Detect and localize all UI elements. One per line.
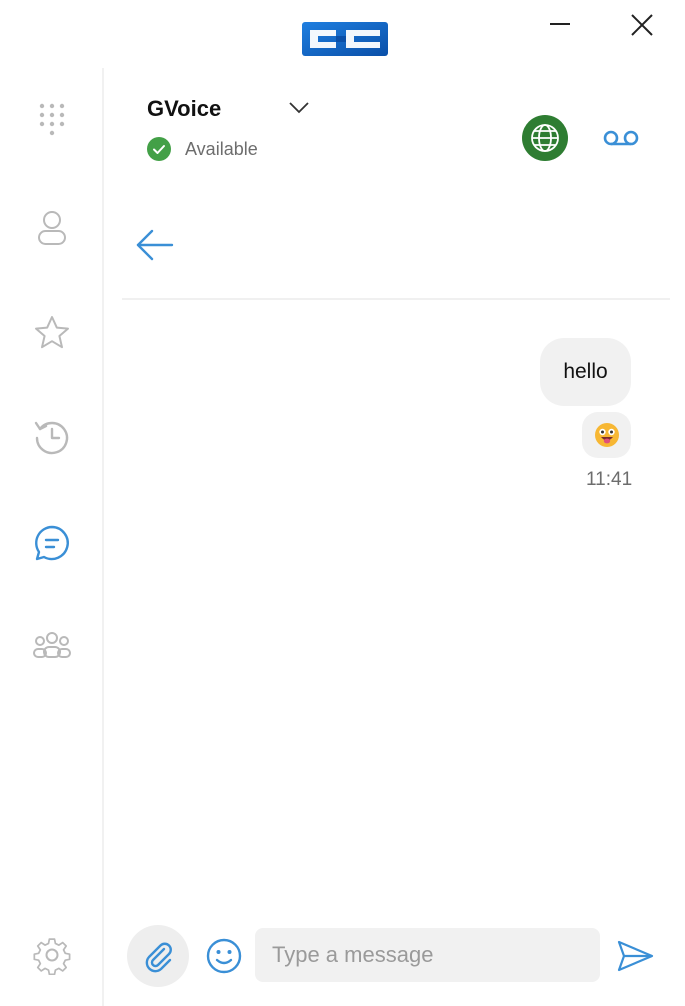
sidebar-item-settings[interactable] [27, 930, 77, 980]
status-indicator [147, 137, 171, 161]
send-button[interactable] [615, 936, 655, 976]
minimize-button[interactable] [543, 8, 577, 42]
status-label[interactable]: Available [185, 139, 258, 160]
account-header: GVoice Available [122, 68, 670, 168]
sidebar-item-groups[interactable] [27, 622, 77, 672]
send-icon [617, 940, 654, 972]
globe-button[interactable] [522, 115, 568, 161]
message-emoji-bubble[interactable] [582, 412, 631, 458]
account-name[interactable]: GVoice [147, 96, 221, 122]
header-divider [122, 298, 670, 300]
star-icon [35, 316, 69, 349]
voicemail-icon [603, 130, 639, 146]
chat-icon [35, 525, 69, 561]
sidebar-item-contacts[interactable] [27, 202, 77, 252]
chevron-down-icon [289, 102, 309, 114]
message-input[interactable] [255, 928, 600, 982]
sidebar-nav [0, 68, 104, 1006]
close-button[interactable] [625, 8, 659, 42]
arrow-left-icon [136, 229, 174, 261]
tongue-out-emoji-icon [594, 423, 619, 447]
message-timestamp: 11:41 [586, 469, 633, 490]
title-bar [0, 0, 685, 68]
back-button[interactable] [134, 224, 176, 266]
dialpad-icon [39, 103, 65, 136]
account-dropdown-button[interactable] [287, 96, 311, 120]
close-icon [631, 14, 653, 36]
sidebar-item-chat[interactable] [27, 518, 77, 568]
attach-button[interactable] [127, 925, 189, 987]
cc-logo-icon [302, 22, 388, 56]
group-icon [33, 632, 71, 658]
history-icon [34, 421, 69, 455]
contact-icon [38, 211, 66, 245]
gear-icon [33, 938, 71, 975]
paperclip-icon [145, 942, 172, 973]
smiley-icon [206, 938, 242, 974]
globe-icon [531, 124, 559, 152]
minimize-icon [550, 23, 570, 25]
voicemail-button[interactable] [602, 123, 640, 153]
check-icon [153, 145, 165, 154]
sidebar-item-dialpad[interactable] [27, 96, 77, 146]
sidebar-item-favorites[interactable] [27, 308, 77, 358]
message-bubble[interactable]: hello [540, 338, 631, 406]
sidebar-item-history[interactable] [27, 412, 77, 462]
emoji-button[interactable] [204, 936, 244, 976]
